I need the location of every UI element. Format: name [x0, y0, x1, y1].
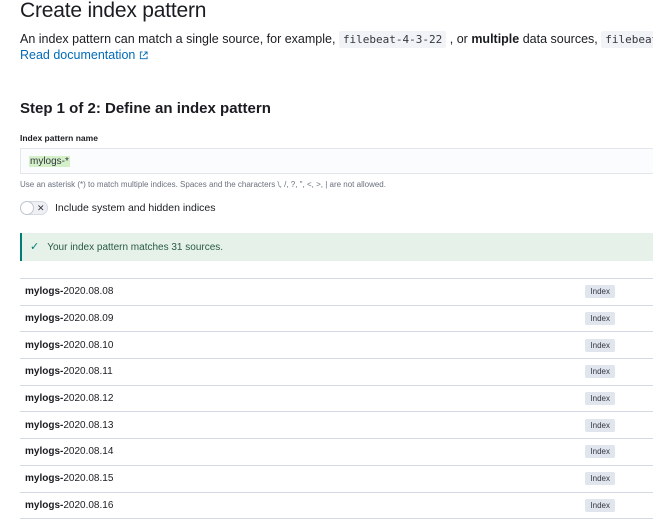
index-pattern-help-text: Use an asterisk (*) to match multiple in… [20, 180, 386, 189]
source-name-prefix: mylogs- [25, 366, 64, 378]
include-hidden-label: Include system and hidden indices [55, 202, 216, 214]
source-type-badge: Index [585, 445, 615, 459]
read-documentation-label: Read documentation [20, 48, 136, 62]
source-name-suffix: 2020.08.12 [63, 393, 114, 405]
source-type-badge: Index [585, 472, 615, 486]
source-name-suffix: 2020.08.08 [63, 286, 114, 298]
step-title: Step 1 of 2: Define an index pattern [20, 100, 271, 117]
source-name-prefix: mylogs- [25, 499, 64, 511]
description-text-3: data sources, [522, 32, 598, 46]
source-name-suffix: 2020.08.13 [63, 419, 114, 431]
check-icon: ✓ [30, 240, 40, 253]
source-type-badge: Index [585, 312, 615, 326]
source-name-prefix: mylogs- [25, 339, 64, 351]
source-name-suffix: 2020.08.15 [63, 473, 114, 485]
include-hidden-toggle-row: ✕ Include system and hidden indices [20, 201, 216, 215]
description-bold: multiple [471, 32, 520, 46]
source-name-suffix: 2020.08.10 [63, 339, 114, 351]
table-row: mylogs-2020.08.11 Index [20, 359, 653, 386]
source-name: mylogs-2020.08.14 [25, 446, 113, 457]
example-single-source: filebeat-4-3-22 [338, 31, 447, 48]
source-name: mylogs-2020.08.16 [25, 500, 113, 511]
source-name: mylogs-2020.08.09 [25, 313, 113, 324]
source-type-badge: Index [585, 498, 615, 512]
source-name-suffix: 2020.08.16 [63, 499, 114, 511]
matches-callout-text: Your index pattern matches 31 sources. [47, 241, 224, 253]
source-name: mylogs-2020.08.12 [25, 393, 113, 404]
source-name-prefix: mylogs- [25, 473, 64, 485]
source-name-prefix: mylogs- [25, 286, 64, 298]
table-row: mylogs-2020.08.10 Index [20, 332, 653, 360]
source-name-suffix: 2020.08.14 [63, 446, 114, 458]
source-name-prefix: mylogs- [25, 446, 64, 458]
source-type-badge: Index [585, 365, 615, 379]
example-multiple-sources: filebeat-* [601, 31, 653, 48]
table-row: mylogs-2020.08.15 Index [20, 466, 653, 493]
cross-icon: ✕ [37, 203, 45, 213]
table-row: mylogs-2020.08.14 Index [20, 439, 653, 466]
page-description: An index pattern can match a single sour… [20, 31, 653, 48]
table-row: mylogs-2020.08.13 Index [20, 412, 653, 440]
page-title: Create index pattern [20, 0, 207, 22]
matching-sources-table: mylogs-2020.08.08 Index mylogs-2020.08.09 I… [20, 278, 653, 520]
source-type-badge: Index [585, 418, 615, 432]
description-text-2: , or [449, 32, 468, 46]
source-name-suffix: 2020.08.09 [63, 313, 114, 325]
read-documentation-link[interactable]: Read documentation [20, 48, 148, 62]
toggle-knob [20, 201, 34, 215]
source-name-prefix: mylogs- [25, 393, 64, 405]
source-name: mylogs-2020.08.10 [25, 340, 113, 351]
source-name-prefix: mylogs- [25, 419, 64, 431]
source-type-badge: Index [585, 392, 615, 406]
matches-callout: ✓ Your index pattern matches 31 sources. [20, 233, 653, 261]
description-text-1: An index pattern can match a single sour… [20, 32, 336, 46]
source-type-badge: Index [585, 285, 615, 299]
index-pattern-name-value: mylogs-* [29, 155, 70, 167]
external-link-icon [140, 50, 148, 59]
include-hidden-toggle[interactable]: ✕ [20, 201, 48, 215]
source-type-badge: Index [585, 338, 615, 352]
source-name-prefix: mylogs- [25, 313, 64, 325]
table-row: mylogs-2020.08.16 Index [20, 493, 653, 520]
table-row: mylogs-2020.08.08 Index [20, 279, 653, 306]
table-row: mylogs-2020.08.12 Index [20, 386, 653, 413]
source-name: mylogs-2020.08.13 [25, 420, 113, 431]
source-name-suffix: 2020.08.11 [63, 366, 113, 378]
index-pattern-name-input[interactable]: mylogs-* [20, 148, 653, 174]
index-pattern-name-label: Index pattern name [20, 133, 98, 143]
table-row: mylogs-2020.08.09 Index [20, 306, 653, 333]
source-name: mylogs-2020.08.15 [25, 473, 113, 484]
source-name: mylogs-2020.08.11 [25, 366, 113, 377]
source-name: mylogs-2020.08.08 [25, 286, 113, 297]
